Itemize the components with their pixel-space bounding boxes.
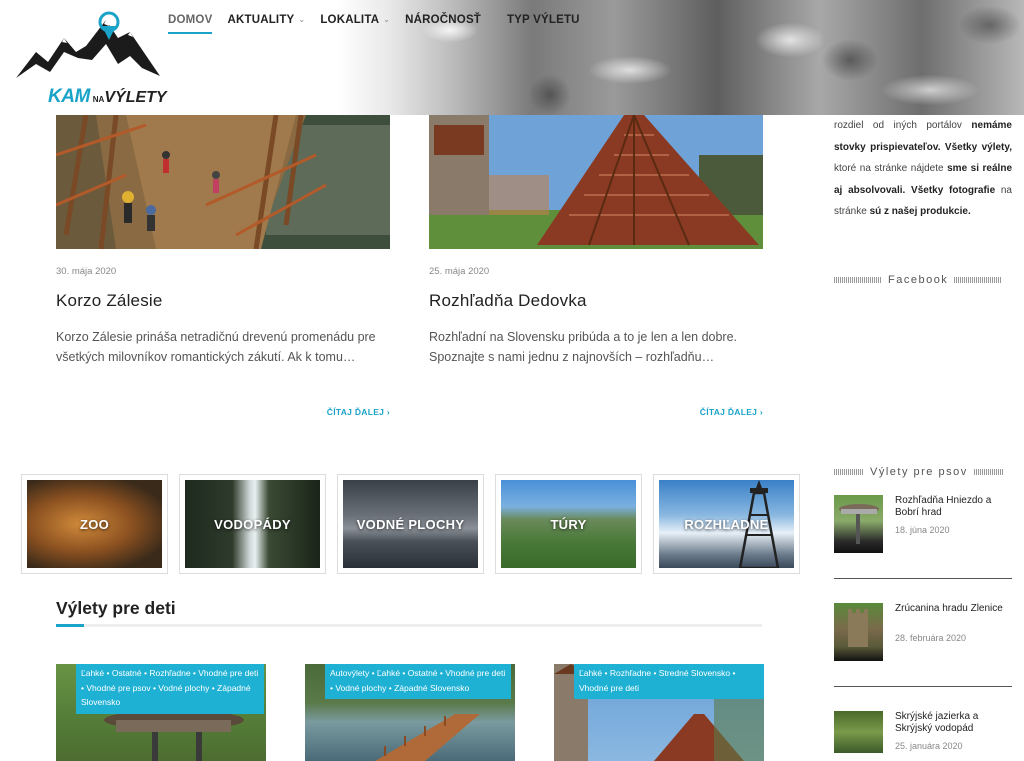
- category-zoo[interactable]: ZOO: [21, 474, 168, 574]
- section-underline: [56, 624, 762, 627]
- kids-trip-tags: Ľahké • Ostatné • Rozhľadne • Vhodné pre…: [76, 664, 264, 714]
- category-label: TÚRY: [550, 516, 587, 532]
- divider: [834, 686, 1012, 687]
- chevron-down-icon: ⌄: [383, 15, 391, 24]
- post-image-boardwalk[interactable]: [56, 115, 390, 249]
- nav-item-aktuality[interactable]: AKTUALITY ⌄: [227, 12, 313, 34]
- post-date: 25. mája 2020: [429, 266, 490, 277]
- post-image-tower[interactable]: [429, 115, 763, 249]
- nest-thumb: [839, 504, 879, 544]
- sidebar: rozdiel od iných portálov nemáme stovky …: [834, 115, 1012, 223]
- divider-dashes: [834, 277, 882, 283]
- category-zoo-image: ZOO: [27, 480, 162, 568]
- kids-trip-tags: Ľahké • Rozhľadne • Stredné Slovensko • …: [574, 664, 764, 699]
- category-tury-image: TÚRY: [501, 480, 636, 568]
- logo-vylety: VÝLETY: [104, 89, 167, 106]
- nav-label: NÁROČNOSŤ: [405, 14, 482, 26]
- category-vodopady[interactable]: VODOPÁDY: [179, 474, 326, 574]
- post-title[interactable]: Korzo Zálesie: [56, 291, 390, 311]
- dog-trip-thumbnail: [834, 603, 883, 661]
- nav-item-domov[interactable]: DOMOV: [168, 12, 220, 34]
- dog-trip-date: 28. februára 2020: [895, 633, 967, 643]
- category-label: VODOPÁDY: [214, 516, 291, 532]
- section-title-kids: Výlety pre deti: [56, 598, 176, 618]
- category-vodne-plochy[interactable]: VODNÉ PLOCHY: [337, 474, 484, 574]
- category-rozhladne[interactable]: ROZHĽADNE: [653, 474, 800, 574]
- read-more-link[interactable]: ČÍTAJ ĎALEJ ›: [327, 407, 390, 417]
- dog-trip-title: Rozhľadňa Hniezdo a Bobrí hrad: [895, 495, 992, 518]
- category-vodopady-image: VODOPÁDY: [185, 480, 320, 568]
- divider-dashes: [954, 277, 1003, 283]
- dog-trip-thumbnail: [834, 495, 883, 553]
- category-rozhladne-image: ROZHĽADNE: [659, 480, 794, 568]
- nav-label: LOKALITA: [320, 14, 380, 26]
- category-tiles: ZOO VODOPÁDY VODNÉ PLOCHY TÚRY ROZHĽADNE: [21, 474, 800, 574]
- post-excerpt: Rozhľadní na Slovensku pribúda a to je l…: [429, 330, 738, 364]
- chevron-down-icon: ⌄: [298, 15, 306, 24]
- category-label: VODNÉ PLOCHY: [356, 516, 465, 532]
- widget-title-facebook: Facebook: [834, 274, 1003, 286]
- widget-title-text: Výlety pre psov: [870, 466, 968, 478]
- divider-dashes: [973, 469, 1004, 475]
- logo-text: KAM NAVÝLETY: [48, 86, 167, 108]
- dog-trip-thumbnail: [834, 711, 883, 753]
- about-text-bold: sú z našej produkcie.: [869, 206, 971, 217]
- nav-label: DOMOV: [168, 14, 213, 26]
- kids-trip-card[interactable]: Ľahké • Ostatné • Rozhľadne • Vhodné pre…: [56, 664, 266, 761]
- nav-label: AKTUALITY: [227, 14, 295, 26]
- post-date: 30. mája 2020: [56, 266, 117, 277]
- dog-trip-title: Skrýjské jazierka a Skrýjský vodopád: [895, 711, 979, 734]
- post-excerpt: Korzo Zálesie prináša netradičnú drevenú…: [56, 330, 376, 364]
- dog-trip-date: 25. januára 2020: [895, 741, 963, 751]
- divider: [834, 578, 1012, 579]
- category-label: ZOO: [79, 516, 110, 532]
- post-card: 25. mája 2020 Rozhľadňa Dedovka Rozhľadn…: [429, 115, 763, 417]
- lookout-tower-photo: [429, 115, 763, 249]
- post-title[interactable]: Rozhľadňa Dedovka: [429, 291, 763, 311]
- about-text: rozdiel od iných portálov nemáme stovky …: [834, 115, 1012, 223]
- chevron-down-icon: ⌄: [485, 15, 492, 24]
- about-text-part: rozdiel od iných portálov: [834, 120, 972, 131]
- logo-na: NA: [92, 95, 105, 104]
- read-more-link[interactable]: ČÍTAJ ĎALEJ ›: [700, 407, 763, 417]
- kids-trip-tags: Autovýlety • Ľahké • Ostatné • Vhodné pr…: [325, 664, 511, 699]
- nav-label: TYP VÝLETU: [506, 14, 580, 26]
- site-logo[interactable]: KAM NAVÝLETY: [14, 8, 167, 108]
- nav-item-lokalita[interactable]: LOKALITA ⌄: [320, 12, 398, 34]
- widget-title-dogs: Výlety pre psov: [834, 466, 1004, 478]
- category-tury[interactable]: TÚRY: [495, 474, 642, 574]
- nav-item-typ-vyletu[interactable]: TYP VÝLETU: [507, 12, 588, 34]
- category-vodne-plochy-image: VODNÉ PLOCHY: [343, 480, 478, 568]
- nav-item-narocnost[interactable]: NÁROČNOSŤ ⌄: [405, 12, 500, 34]
- dog-trip-item[interactable]: Skrýjské jazierka a Skrýjský vodopád 25.…: [834, 711, 1012, 761]
- kids-trip-card[interactable]: Autovýlety • Ľahké • Ostatné • Vhodné pr…: [305, 664, 515, 761]
- divider-dashes: [834, 469, 864, 475]
- kids-trip-card[interactable]: Ľahké • Rozhľadne • Stredné Slovensko • …: [554, 664, 764, 761]
- widget-title-text: Facebook: [888, 274, 949, 286]
- boardwalk-photo: [56, 115, 390, 249]
- category-label: ROZHĽADNE: [684, 516, 769, 532]
- logo-kam: KAM: [48, 86, 90, 107]
- dog-trip-title: Zrúcanina hradu Zlenice: [895, 603, 1003, 614]
- dog-trip-date: 18. júna 2020: [895, 525, 950, 535]
- post-card: 30. mája 2020 Korzo Zálesie Korzo Zálesi…: [56, 115, 390, 417]
- main-nav: DOMOV AKTUALITY ⌄ LOKALITA ⌄ NÁROČNOSŤ ⌄ TY…: [168, 12, 595, 34]
- castle-ruin-thumb: [848, 609, 868, 647]
- site-header: KAM NAVÝLETY DOMOV AKTUALITY ⌄ LOKALITA ⌄ N…: [0, 0, 1024, 115]
- dog-trip-item[interactable]: Rozhľadňa Hniezdo a Bobrí hrad 18. júna …: [834, 495, 1012, 555]
- dog-trip-item[interactable]: Zrúcanina hradu Zlenice 28. februára 202…: [834, 603, 1012, 663]
- about-text-part: ktoré na stránke nájdete: [834, 163, 948, 174]
